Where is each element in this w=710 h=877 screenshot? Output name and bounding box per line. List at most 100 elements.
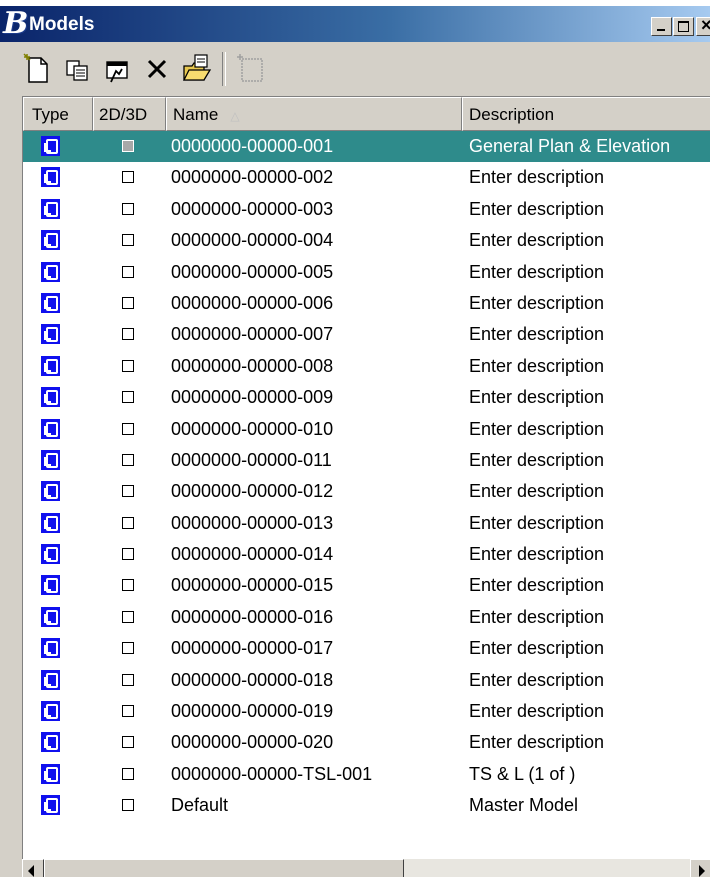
design-model-icon <box>41 355 60 376</box>
column-header-type[interactable]: Type <box>23 97 93 131</box>
delete-button[interactable] <box>140 52 174 86</box>
3d-flag-checkbox[interactable] <box>122 140 134 152</box>
column-header-name[interactable]: Name △ <box>166 97 462 131</box>
model-description: Enter description <box>469 638 605 659</box>
3d-flag-checkbox[interactable] <box>122 328 134 341</box>
app-logo-icon: B <box>3 6 29 41</box>
model-description: Enter description <box>469 230 605 251</box>
list-header: Type 2D/3D Name △ Description <box>23 97 710 131</box>
3d-flag-checkbox[interactable] <box>122 767 134 780</box>
design-model-icon <box>41 167 60 188</box>
table-row[interactable]: 0000000-00000-010 Enter description <box>23 414 710 445</box>
table-row[interactable]: 0000000-00000-002 Enter description <box>23 162 710 193</box>
3d-flag-checkbox[interactable] <box>122 516 134 529</box>
3d-flag-checkbox[interactable] <box>122 359 134 372</box>
copy-model-button[interactable] <box>60 52 94 86</box>
scroll-left-button[interactable] <box>22 859 44 877</box>
properties-button[interactable] <box>100 52 134 86</box>
3d-flag-checkbox[interactable] <box>122 799 134 812</box>
table-row[interactable]: 0000000-00000-013 Enter description <box>23 508 710 539</box>
model-description: TS & L (1 of ) <box>469 763 576 784</box>
model-description: Enter description <box>469 575 605 596</box>
model-name: 0000000-00000-003 <box>171 198 334 219</box>
scroll-right-button[interactable] <box>690 859 710 877</box>
model-name: Default <box>171 795 229 816</box>
table-row[interactable]: 0000000-00000-015 Enter description <box>23 570 710 601</box>
table-row[interactable]: 0000000-00000-007 Enter description <box>23 319 710 350</box>
horizontal-scrollbar[interactable] <box>22 859 710 877</box>
minimize-button[interactable] <box>651 17 672 36</box>
model-description: Enter description <box>469 669 605 690</box>
model-description: Enter description <box>469 292 605 313</box>
3d-flag-checkbox[interactable] <box>122 705 134 718</box>
models-list[interactable]: Type 2D/3D Name △ Description 0000000-000… <box>22 96 710 860</box>
3d-flag-checkbox[interactable] <box>122 422 134 435</box>
model-name: 0000000-00000-014 <box>171 544 334 565</box>
model-name: 0000000-00000-011 <box>171 449 332 470</box>
3d-flag-checkbox[interactable] <box>122 579 134 592</box>
close-button[interactable] <box>696 15 710 36</box>
3d-flag-checkbox[interactable] <box>122 673 134 686</box>
column-header-dimension[interactable]: 2D/3D <box>93 97 166 131</box>
table-row[interactable]: 0000000-00000-011 Enter description <box>23 445 710 476</box>
table-row[interactable]: 0000000-00000-001 General Plan & Elevatio… <box>23 131 710 163</box>
title-bar[interactable]: B Models <box>0 6 710 42</box>
table-row[interactable]: Default Master Model <box>23 790 710 821</box>
table-row[interactable]: 0000000-00000-004 Enter description <box>23 225 710 256</box>
3d-flag-checkbox[interactable] <box>122 610 134 623</box>
model-description: Enter description <box>469 387 605 408</box>
model-name: 0000000-00000-010 <box>171 418 334 439</box>
table-row[interactable]: 0000000-00000-008 Enter description <box>23 351 710 382</box>
3d-flag-checkbox[interactable] <box>122 391 134 404</box>
3d-flag-checkbox[interactable] <box>122 171 134 184</box>
design-model-icon <box>41 606 60 627</box>
table-row[interactable]: 0000000-00000-019 Enter description <box>23 696 710 727</box>
model-description: Enter description <box>469 355 605 376</box>
create-model-button[interactable] <box>20 52 54 86</box>
maximize-button[interactable] <box>673 17 694 36</box>
3d-flag-checkbox[interactable] <box>122 265 134 278</box>
table-row[interactable]: 0000000-00000-005 Enter description <box>23 257 710 288</box>
scroll-thumb[interactable] <box>44 859 404 877</box>
table-row[interactable]: 0000000-00000-009 Enter description <box>23 382 710 413</box>
model-name: 0000000-00000-013 <box>171 512 334 533</box>
design-model-icon <box>41 701 60 722</box>
table-row[interactable]: 0000000-00000-003 Enter description <box>23 194 710 225</box>
column-header-description[interactable]: Description <box>462 97 710 131</box>
toolbar <box>0 42 710 96</box>
table-row[interactable]: 0000000-00000-016 Enter description <box>23 602 710 633</box>
3d-flag-checkbox[interactable] <box>122 485 134 498</box>
design-model-icon <box>41 261 60 282</box>
table-row[interactable]: 0000000-00000-014 Enter description <box>23 539 710 570</box>
table-row[interactable]: 0000000-00000-020 Enter description <box>23 727 710 758</box>
table-row[interactable]: 0000000-00000-018 Enter description <box>23 665 710 696</box>
3d-flag-checkbox[interactable] <box>122 548 134 561</box>
import-folder-icon <box>182 54 212 81</box>
create-sheet-button[interactable] <box>234 52 268 86</box>
model-name: 0000000-00000-005 <box>171 261 334 282</box>
table-row[interactable]: 0000000-00000-TSL-001 TS & L (1 of ) <box>23 759 710 790</box>
model-name: 0000000-00000-008 <box>171 355 334 376</box>
window-title: Models <box>29 14 95 35</box>
design-model-icon <box>41 795 60 816</box>
design-model-icon <box>41 512 60 533</box>
model-description: Enter description <box>469 701 605 722</box>
model-description: Enter description <box>469 449 605 470</box>
3d-flag-checkbox[interactable] <box>122 642 134 655</box>
3d-flag-checkbox[interactable] <box>122 296 134 309</box>
table-row[interactable]: 0000000-00000-017 Enter description <box>23 633 710 664</box>
3d-flag-checkbox[interactable] <box>122 202 134 215</box>
new-sheet-icon <box>237 54 263 82</box>
model-description: Enter description <box>469 418 605 439</box>
import-button[interactable] <box>180 52 214 86</box>
3d-flag-checkbox[interactable] <box>122 736 134 749</box>
model-name: 0000000-00000-018 <box>171 669 334 690</box>
3d-flag-checkbox[interactable] <box>122 453 134 466</box>
list-rows: 0000000-00000-001 General Plan & Elevatio… <box>23 131 710 822</box>
table-row[interactable]: 0000000-00000-012 Enter description <box>23 476 710 507</box>
3d-flag-checkbox[interactable] <box>122 234 134 247</box>
model-name: 0000000-00000-002 <box>171 167 334 188</box>
model-description: Enter description <box>469 324 605 345</box>
table-row[interactable]: 0000000-00000-006 Enter description <box>23 288 710 319</box>
design-model-icon <box>41 198 60 219</box>
